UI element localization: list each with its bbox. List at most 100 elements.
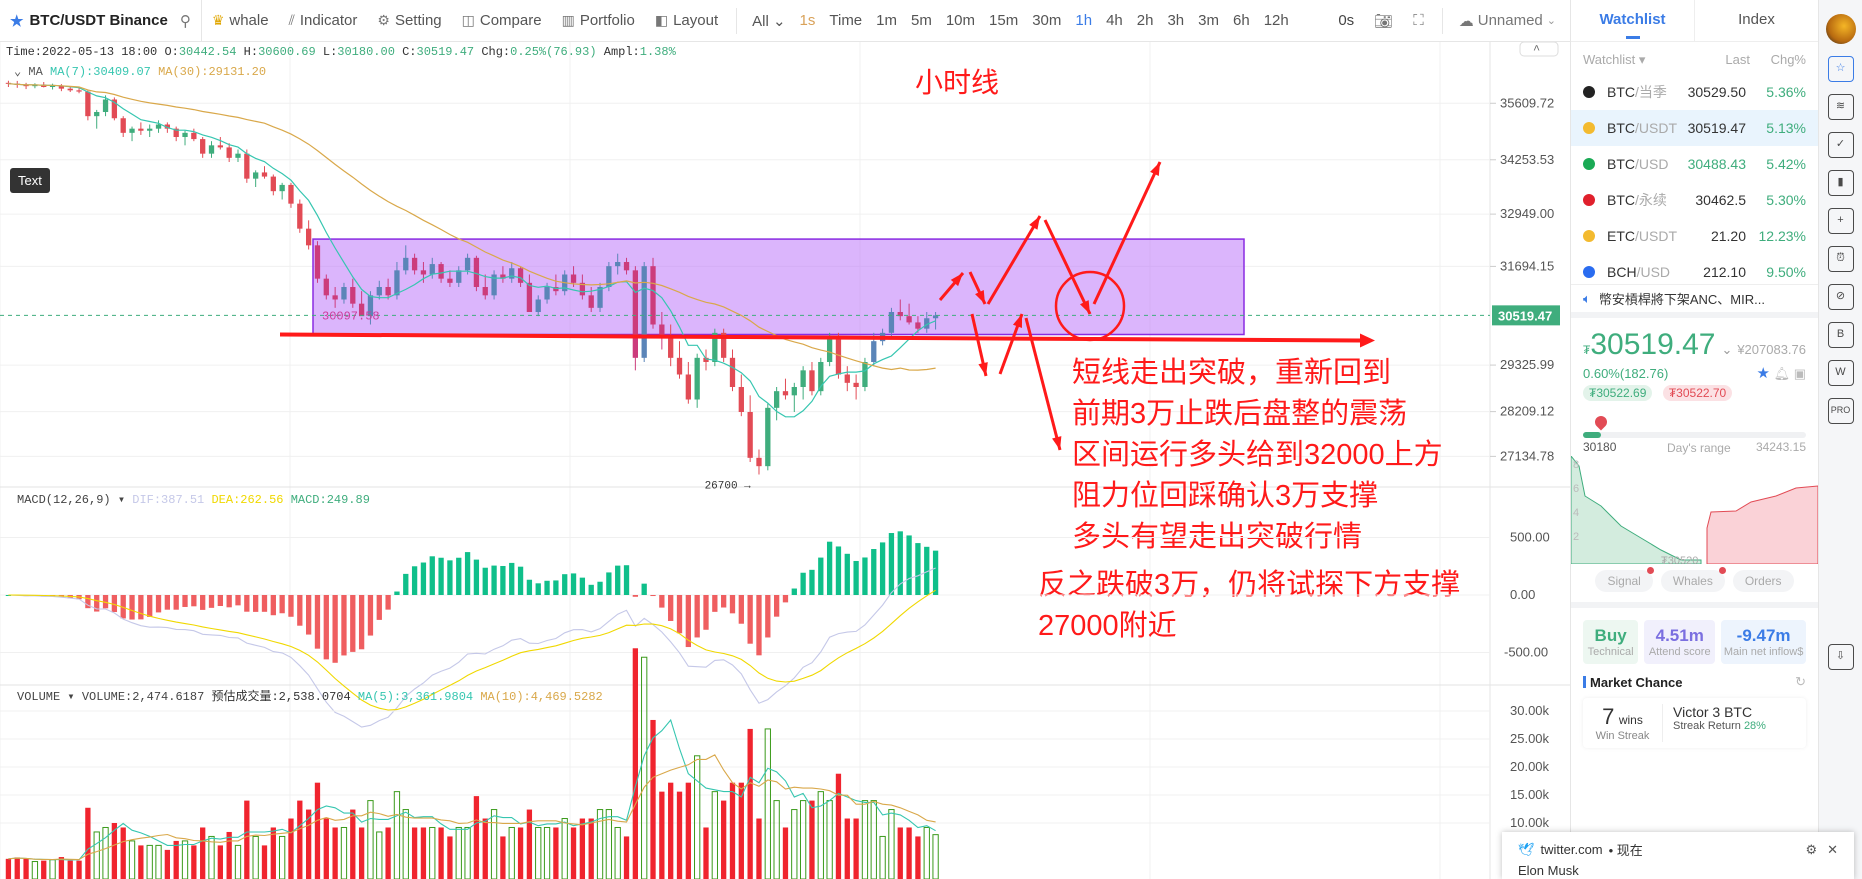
download-icon[interactable]: ⇩ — [1827, 644, 1854, 670]
chart-area[interactable]: 35609.72 34253.53 32949.00 31694.15 29325.99… — [0, 42, 1570, 879]
signal-tab-whales[interactable]: Whales — [1660, 567, 1726, 592]
support-line[interactable] — [279, 332, 1361, 343]
macd-bar — [244, 595, 250, 612]
tab-watchlist[interactable]: Watchlist — [1571, 0, 1694, 41]
tab-index[interactable]: Index — [1694, 0, 1818, 41]
interval-6h[interactable]: 6h — [1226, 12, 1257, 29]
crown-icon: ♛ — [211, 12, 225, 28]
macd-bar — [535, 583, 541, 595]
collapse-icon[interactable]: ^ — [1533, 43, 1540, 57]
checklist-icon[interactable]: ✓ — [1827, 132, 1854, 158]
indicator-card[interactable]: Buy Technical — [1583, 620, 1639, 664]
signal-tab-signal[interactable]: Signal — [1595, 567, 1654, 592]
interval-1h[interactable]: 1h — [1068, 12, 1099, 29]
candle — [191, 128, 197, 142]
range-box[interactable] — [312, 238, 1245, 336]
annotation-text-line[interactable]: 短线走出突破，重新回到 — [1072, 356, 1391, 389]
annotation-text-line[interactable]: 区间运行多头给到32000上方 — [1072, 438, 1443, 471]
announcement[interactable]: 🔈︎ 幣安槓桿將下架ANC、MIR... — [1571, 284, 1818, 318]
indicator-card[interactable]: -9.47m Main net inflow$ — [1721, 620, 1806, 664]
interval-3m[interactable]: 3m — [1191, 12, 1226, 29]
depth-chart[interactable]: 8 6 4 2 ₮30520 — [1571, 456, 1818, 564]
annotation-text-line[interactable]: 前期3万止跌后盘整的震荡 — [1072, 397, 1407, 430]
interval-2h[interactable]: 2h — [1130, 12, 1161, 29]
layout-name-dropdown[interactable]: Unnamed — [1478, 12, 1543, 29]
indicator-button[interactable]: ⫽ Indicator — [279, 0, 368, 41]
star-icon[interactable]: ★ — [10, 12, 23, 30]
whale-button[interactable]: ♛ whale — [202, 0, 279, 41]
annotation-text-line[interactable]: 反之跌破3万，仍将试探下方支撑 — [1038, 568, 1460, 601]
countdown: 0s — [1338, 12, 1355, 29]
interval-1m[interactable]: 1m — [869, 12, 904, 29]
pro-icon[interactable]: PRO — [1827, 398, 1854, 424]
cloud-upload-icon[interactable]: ☁ — [1451, 12, 1478, 30]
chart-canvas[interactable]: 35609.72 34253.53 32949.00 31694.15 29325.99… — [0, 42, 1570, 879]
watchlist-star-icon[interactable]: ☆ — [1827, 56, 1854, 82]
watchlist-row[interactable]: ETC/USDT 21.20 12.23% — [1571, 218, 1818, 254]
interval-3h[interactable]: 3h — [1160, 12, 1191, 29]
add-page-icon[interactable]: + — [1827, 208, 1854, 234]
volume-legend[interactable]: VOLUME ▾ VOLUME:2,474.6187 预估成交量:2,538.0… — [17, 688, 603, 704]
candle — [85, 90, 91, 121]
change-percent: 5.36% — [1766, 84, 1806, 100]
volume-bar — [252, 835, 259, 879]
interval-12h[interactable]: 12h — [1257, 12, 1296, 29]
b-icon[interactable]: ▣ — [1794, 366, 1806, 381]
volume-bar — [561, 818, 568, 879]
watchlist-row[interactable]: BTC/当季 30529.50 5.36% — [1571, 74, 1818, 110]
close-icon[interactable]: ✕ — [1827, 842, 1838, 858]
candle — [694, 353, 700, 408]
interval-30m[interactable]: 30m — [1025, 12, 1068, 29]
chevron-down-icon[interactable]: ⌄ — [1543, 14, 1570, 27]
alarm-icon[interactable]: ⏰︎ — [1827, 246, 1854, 272]
annotation-text-line[interactable]: 多头有望走出突破行情 — [1072, 520, 1362, 553]
bar-stats-icon[interactable]: ▮ — [1827, 170, 1854, 196]
chevron-down-icon[interactable]: ⌄ — [1721, 342, 1732, 358]
indicator-card[interactable]: 4.51m Attend score — [1644, 620, 1716, 664]
macd-bar — [712, 595, 718, 612]
w-window-icon[interactable]: W — [1827, 360, 1854, 386]
watchlist-row[interactable]: BTC/永续 30462.5 5.30% — [1571, 182, 1818, 218]
refresh-icon[interactable]: ↻ — [1795, 674, 1806, 690]
settings-icon[interactable]: ⚙ — [1805, 842, 1817, 858]
annotation-title[interactable]: 小时线 — [915, 67, 999, 98]
avatar[interactable] — [1825, 14, 1856, 44]
macd-bar — [261, 595, 268, 612]
depth-mid-label: ₮30520 — [1661, 555, 1698, 564]
interval-10m[interactable]: 10m — [939, 12, 982, 29]
watchlist-row[interactable]: BTC/USD 30488.43 5.42% — [1571, 146, 1818, 182]
setting-button[interactable]: ⚙ Setting — [367, 0, 451, 41]
macd-legend[interactable]: MACD(12,26,9) ▾ DIF:387.51 DEA:262.56 MA… — [17, 493, 370, 507]
portfolio-label: Portfolio — [579, 12, 635, 29]
layout-button[interactable]: ◧ Layout — [645, 0, 728, 41]
chart-news-icon[interactable]: ≋ — [1827, 94, 1854, 120]
b-list-icon[interactable]: B — [1827, 322, 1854, 348]
fullscreen-icon[interactable]: ⛶ — [1403, 12, 1434, 29]
compare-button[interactable]: ◫ Compare — [452, 0, 552, 41]
volume-axis-label: 20.00k — [1510, 759, 1550, 774]
interval-time[interactable]: Time — [822, 12, 869, 29]
favorite-star-icon[interactable]: ★ — [1756, 365, 1769, 382]
watchlist-dropdown[interactable]: Watchlist ▾ — [1583, 52, 1690, 68]
watchlist-row[interactable]: BTC/USDT 30519.47 5.13% — [1571, 110, 1818, 146]
interval-5m[interactable]: 5m — [904, 12, 939, 29]
price-axis-label: 28209.12 — [1500, 404, 1554, 419]
ma-legend[interactable]: ⌄ MA MA(7):30409.07 MA(30):29131.20 — [14, 65, 266, 79]
planet-icon[interactable]: ⊘ — [1827, 284, 1854, 310]
streak-card[interactable]: 7 wins Win Streak Victor 3 BTC Streak Re… — [1583, 698, 1806, 748]
portfolio-button[interactable]: ▥ Portfolio — [552, 0, 645, 41]
notification-toast[interactable]: 🕊︎ twitter.com • 现在 ⚙ ✕ Elon Musk — [1502, 832, 1854, 879]
interval-4h[interactable]: 4h — [1099, 12, 1130, 29]
search-icon[interactable]: ⚲ — [180, 12, 191, 30]
symbol-selector[interactable]: ★ BTC/USDT Binance ⚲ — [0, 0, 202, 41]
signal-tab-orders[interactable]: Orders — [1732, 570, 1794, 592]
bell-icon[interactable]: 🔔︎ — [1774, 366, 1791, 381]
camera-icon[interactable]: 📷︎ — [1364, 12, 1403, 30]
interval-all[interactable]: All ⌄ — [745, 12, 792, 30]
watchlist-rows[interactable]: BTC/当季 30529.50 5.36% BTC/USDT 30519.47 … — [1571, 74, 1818, 284]
watchlist-row[interactable]: BCH/USD 212.10 9.50% — [1571, 254, 1818, 284]
interval-1s[interactable]: 1s — [793, 12, 823, 29]
annotation-text-line[interactable]: 阻力位回踩确认3万支撑 — [1072, 479, 1378, 512]
annotation-text-line[interactable]: 27000附近 — [1038, 609, 1177, 642]
interval-15m[interactable]: 15m — [982, 12, 1025, 29]
